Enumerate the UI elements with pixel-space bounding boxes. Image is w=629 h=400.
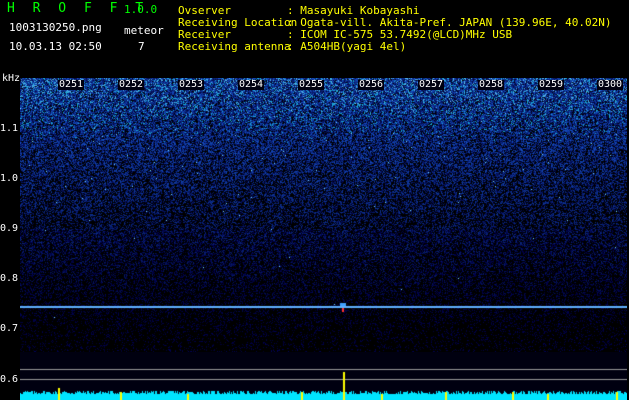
time-tick-label: 0300 [597,79,624,90]
time-tick-label: 0257 [418,79,445,90]
time-tick-label: 0258 [478,79,505,90]
time-tick-label: 0252 [118,79,145,90]
time-tick-label: 0255 [298,79,325,90]
y-tick-label: 0.7 [0,323,19,334]
file-name: 1003130250.png [9,21,102,34]
antenna-label: Receiving antenna [178,40,291,53]
date-time: 10.03.13 02:50 [9,40,102,53]
y-axis-unit: kHz [2,73,21,84]
meteor-count: 7 [138,40,145,53]
time-tick-label: 0254 [238,79,265,90]
spectrogram-window: H R O F F T 1.0.0 1003130250.png meteor … [0,0,629,400]
y-tick-label: 0.8 [0,273,19,284]
y-tick-label: 1.0 [0,173,19,184]
time-tick-label: 0253 [178,79,205,90]
time-tick-label: 0251 [58,79,85,90]
antenna-value: : A504HB(yagi 4el) [287,40,407,53]
app-version: 1.0.0 [124,3,158,16]
time-tick-label: 0259 [538,79,565,90]
meteor-label: meteor [124,24,164,37]
y-tick-label: 1.1 [0,123,19,134]
y-tick-label: 0.9 [0,223,19,234]
time-tick-label: 0256 [358,79,385,90]
signal-level-panel [20,352,627,400]
spectrogram-canvas [20,78,627,352]
y-tick-label: 0.6 [0,374,19,385]
